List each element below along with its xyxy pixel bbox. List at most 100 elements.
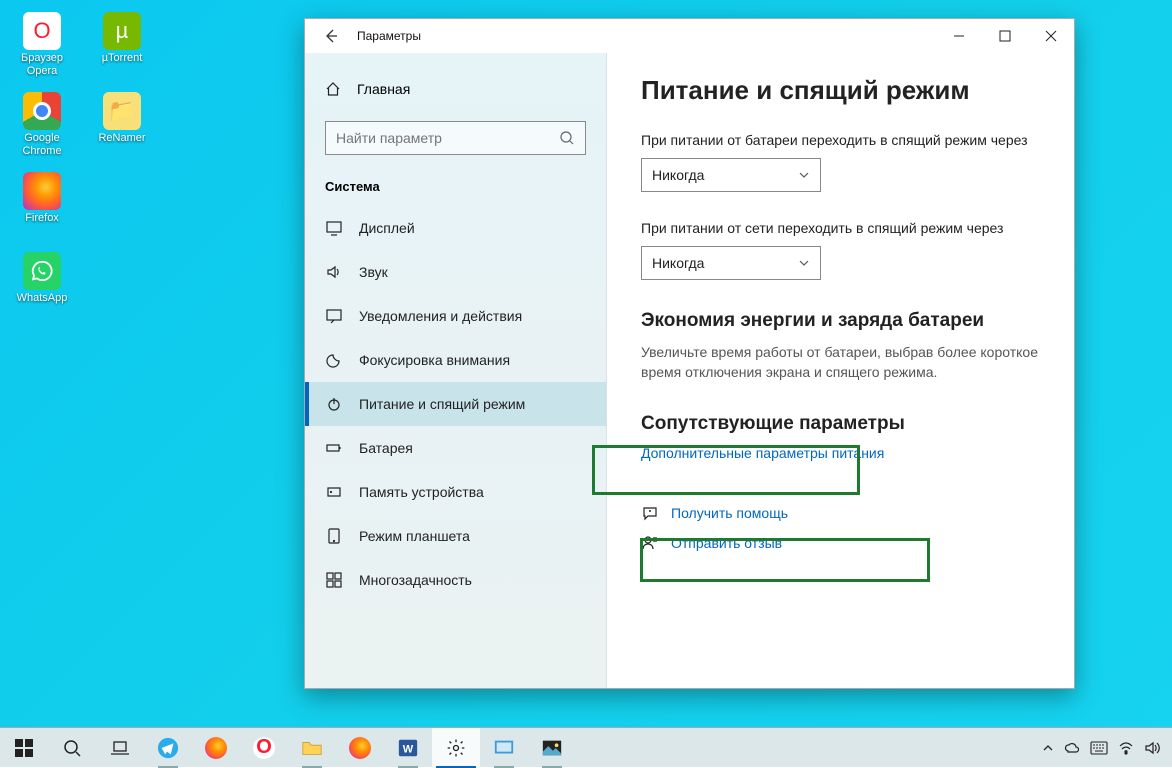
sound-icon <box>325 264 343 280</box>
utorrent-icon: µ <box>103 12 141 50</box>
settings-main-panel: Питание и спящий режим При питании от ба… <box>607 53 1074 688</box>
battery-sleep-label: При питании от батареи переходить в спящ… <box>641 132 1040 148</box>
svg-text:W: W <box>403 743 414 755</box>
get-help-link[interactable]: Получить помощь <box>641 505 1040 521</box>
sidebar-item-label: Звук <box>359 264 388 280</box>
taskbar-app-photos[interactable] <box>528 728 576 768</box>
opera-icon: O <box>253 737 275 759</box>
sidebar-item-notifications[interactable]: Уведомления и действия <box>305 294 606 338</box>
close-button[interactable] <box>1028 19 1074 53</box>
whatsapp-icon <box>23 252 61 290</box>
desktop-icons-area: O БраузерOpera µ µTorrent GoogleChrome 📁… <box>8 8 156 320</box>
opera-icon: O <box>23 12 61 50</box>
sidebar-item-multitask[interactable]: Многозадачность <box>305 558 606 602</box>
send-feedback-link[interactable]: Отправить отзыв <box>641 535 1040 551</box>
back-button[interactable] <box>321 26 341 46</box>
system-tray <box>1042 740 1172 756</box>
firefox-icon <box>349 737 371 759</box>
renamer-icon: 📁 <box>103 92 141 130</box>
taskbar-search-button[interactable] <box>48 728 96 768</box>
folder-icon <box>301 737 323 759</box>
chevron-down-icon <box>798 169 810 181</box>
taskbar: O W <box>0 727 1172 767</box>
sidebar-home[interactable]: Главная <box>305 71 606 107</box>
taskbar-app-explorer[interactable] <box>288 728 336 768</box>
maximize-button[interactable] <box>982 19 1028 53</box>
sidebar-item-label: Многозадачность <box>359 572 472 588</box>
desktop: O БраузерOpera µ µTorrent GoogleChrome 📁… <box>0 0 1172 767</box>
firefox-icon <box>205 737 227 759</box>
photos-icon <box>541 737 563 759</box>
tray-onedrive-icon[interactable] <box>1064 740 1080 756</box>
search-icon <box>559 130 575 146</box>
display-icon <box>325 220 343 236</box>
sidebar-item-storage[interactable]: Память устройства <box>305 470 606 514</box>
desktop-icon-label: ReNamer <box>98 132 145 145</box>
additional-power-settings-link[interactable]: Дополнительные параметры питания <box>641 445 884 461</box>
tray-volume-icon[interactable] <box>1144 740 1160 756</box>
sidebar-item-label: Память устройства <box>359 484 484 500</box>
chevron-down-icon <box>798 257 810 269</box>
taskbar-app-firefox-2[interactable] <box>336 728 384 768</box>
sidebar-item-battery[interactable]: Батарея <box>305 426 606 470</box>
tray-wifi-icon[interactable] <box>1118 740 1134 756</box>
taskbar-app-control-panel[interactable] <box>480 728 528 768</box>
settings-window: Параметры Главная <box>304 18 1075 689</box>
battery-sleep-dropdown[interactable]: Никогда <box>641 158 821 192</box>
desktop-icon-label: GoogleChrome <box>22 132 61 158</box>
desktop-icon-whatsapp[interactable]: WhatsApp <box>8 248 76 320</box>
multitask-icon <box>325 572 343 588</box>
desktop-icon-label: БраузерOpera <box>21 52 63 78</box>
focus-icon <box>325 352 343 368</box>
dropdown-value: Никогда <box>652 255 704 271</box>
desktop-icon-firefox[interactable]: Firefox <box>8 168 76 240</box>
sidebar-item-tablet[interactable]: Режим планшета <box>305 514 606 558</box>
sidebar-item-focus[interactable]: Фокусировка внимания <box>305 338 606 382</box>
link-label: Получить помощь <box>671 505 788 521</box>
task-view-button[interactable] <box>96 728 144 768</box>
start-button[interactable] <box>0 728 48 768</box>
taskbar-app-settings[interactable] <box>432 728 480 768</box>
battery-icon <box>325 440 343 456</box>
sidebar-item-power[interactable]: Питание и спящий режим <box>305 382 606 426</box>
control-panel-icon <box>493 737 515 759</box>
desktop-icon-label: WhatsApp <box>17 292 68 305</box>
desktop-icon-chrome[interactable]: GoogleChrome <box>8 88 76 160</box>
taskbar-app-telegram[interactable] <box>144 728 192 768</box>
plugged-sleep-dropdown[interactable]: Никогда <box>641 246 821 280</box>
sidebar-item-sound[interactable]: Звук <box>305 250 606 294</box>
feedback-icon <box>641 535 659 551</box>
desktop-icon-label: µTorrent <box>102 52 143 65</box>
minimize-button[interactable] <box>936 19 982 53</box>
search-input[interactable] <box>336 130 559 146</box>
tablet-icon <box>325 528 343 544</box>
sidebar-item-label: Дисплей <box>359 220 415 236</box>
sidebar-item-label: Фокусировка внимания <box>359 352 510 368</box>
sidebar-item-label: Уведомления и действия <box>359 308 522 324</box>
tray-input-icon[interactable] <box>1090 741 1108 755</box>
link-label: Отправить отзыв <box>671 535 782 551</box>
search-box[interactable] <box>325 121 586 155</box>
taskbar-app-word[interactable]: W <box>384 728 432 768</box>
related-section-header: Сопутствующие параметры <box>641 413 1040 435</box>
home-icon <box>325 81 341 97</box>
titlebar: Параметры <box>305 19 1074 53</box>
sidebar-item-label: Режим планшета <box>359 528 470 544</box>
telegram-icon <box>157 737 179 759</box>
desktop-icon-opera[interactable]: O БраузерOpera <box>8 8 76 80</box>
energy-section-text: Увеличьте время работы от батареи, выбра… <box>641 342 1040 383</box>
dropdown-value: Никогда <box>652 167 704 183</box>
taskbar-app-firefox[interactable] <box>192 728 240 768</box>
desktop-icon-utorrent[interactable]: µ µTorrent <box>88 8 156 80</box>
taskbar-app-opera[interactable]: O <box>240 728 288 768</box>
settings-sidebar: Главная Система Дисплей Звук <box>305 53 607 688</box>
word-icon: W <box>397 737 419 759</box>
sidebar-category-header: Система <box>305 173 606 206</box>
tray-chevron-up-icon[interactable] <box>1042 742 1054 754</box>
sidebar-item-display[interactable]: Дисплей <box>305 206 606 250</box>
power-icon <box>325 396 343 412</box>
window-title: Параметры <box>357 29 421 43</box>
sidebar-item-label: Батарея <box>359 440 413 456</box>
desktop-icon-label: Firefox <box>25 212 59 225</box>
desktop-icon-renamer[interactable]: 📁 ReNamer <box>88 88 156 160</box>
